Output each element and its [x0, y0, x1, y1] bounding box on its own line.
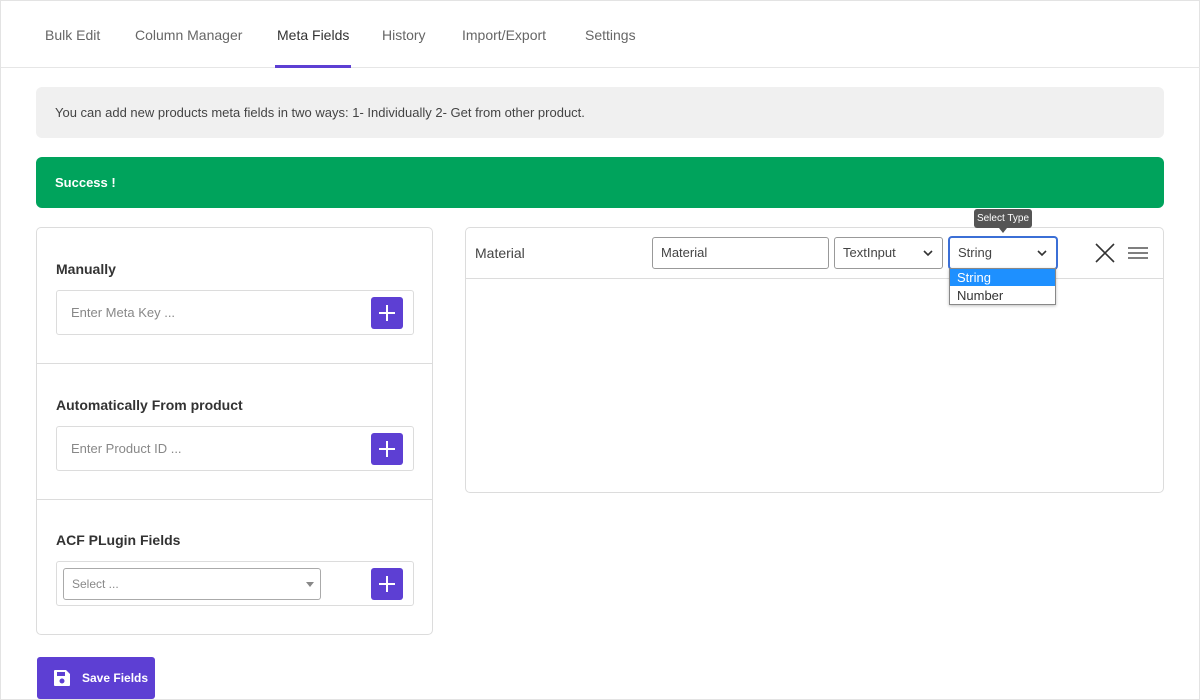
- save-fields-button[interactable]: Save Fields: [37, 657, 155, 699]
- meta-field-row: Material Material TextInput String: [466, 228, 1163, 279]
- field-type-value: TextInput: [843, 245, 896, 260]
- add-acf-button[interactable]: [371, 568, 403, 600]
- close-icon[interactable]: [1093, 241, 1117, 265]
- auto-section: Automatically From product Enter Product…: [37, 364, 432, 500]
- product-id-input[interactable]: Enter Product ID ...: [56, 426, 414, 471]
- save-fields-label: Save Fields: [82, 671, 149, 685]
- value-type-value: String: [958, 245, 992, 260]
- info-notice: You can add new products meta fields in …: [36, 87, 1164, 138]
- add-meta-key-button[interactable]: [371, 297, 403, 329]
- success-message: Success !: [36, 157, 1164, 208]
- acf-section: ACF PLugin Fields Select ...: [37, 500, 432, 634]
- tab-import-export[interactable]: Import/Export: [462, 1, 546, 68]
- hamburger-icon[interactable]: [1127, 243, 1149, 263]
- acf-select[interactable]: Select ...: [63, 568, 321, 600]
- add-product-id-button[interactable]: [371, 433, 403, 465]
- option-string[interactable]: String: [950, 269, 1055, 286]
- manual-title: Manually: [56, 261, 116, 277]
- meta-key-placeholder: Enter Meta Key ...: [71, 305, 176, 320]
- product-id-placeholder: Enter Product ID ...: [71, 441, 182, 456]
- meta-field-title-input[interactable]: Material: [652, 237, 829, 269]
- acf-title: ACF PLugin Fields: [56, 532, 181, 548]
- meta-key-input[interactable]: Enter Meta Key ...: [56, 290, 414, 335]
- tab-bulk-edit[interactable]: Bulk Edit: [45, 1, 100, 68]
- caret-down-icon: [306, 582, 314, 587]
- tab-bar: Bulk Edit Column Manager Meta Fields His…: [1, 1, 1200, 68]
- chevron-down-icon: [923, 250, 933, 257]
- meta-fields-panel: Bulk Edit Column Manager Meta Fields His…: [0, 0, 1200, 700]
- tab-history[interactable]: History: [382, 1, 426, 68]
- meta-field-key-label: Material: [475, 245, 525, 261]
- meta-fields-list: Material Material TextInput String: [465, 227, 1164, 493]
- select-type-tooltip: Select Type: [974, 209, 1032, 233]
- field-type-select[interactable]: TextInput: [834, 237, 943, 269]
- acf-field-wrap: Select ...: [56, 561, 414, 606]
- auto-title: Automatically From product: [56, 397, 243, 413]
- tab-settings[interactable]: Settings: [585, 1, 636, 68]
- chevron-down-icon: [1037, 250, 1047, 257]
- manual-section: Manually Enter Meta Key ...: [37, 228, 432, 364]
- tab-meta-fields[interactable]: Meta Fields: [275, 1, 352, 68]
- acf-select-placeholder: Select ...: [72, 577, 119, 591]
- option-number[interactable]: Number: [950, 287, 1055, 304]
- floppy-disk-icon: [54, 670, 70, 686]
- value-type-dropdown: String Number: [949, 268, 1056, 305]
- tab-column-manager[interactable]: Column Manager: [135, 1, 242, 68]
- add-meta-box: Manually Enter Meta Key ... Automaticall…: [36, 227, 433, 635]
- value-type-select[interactable]: String: [949, 237, 1057, 269]
